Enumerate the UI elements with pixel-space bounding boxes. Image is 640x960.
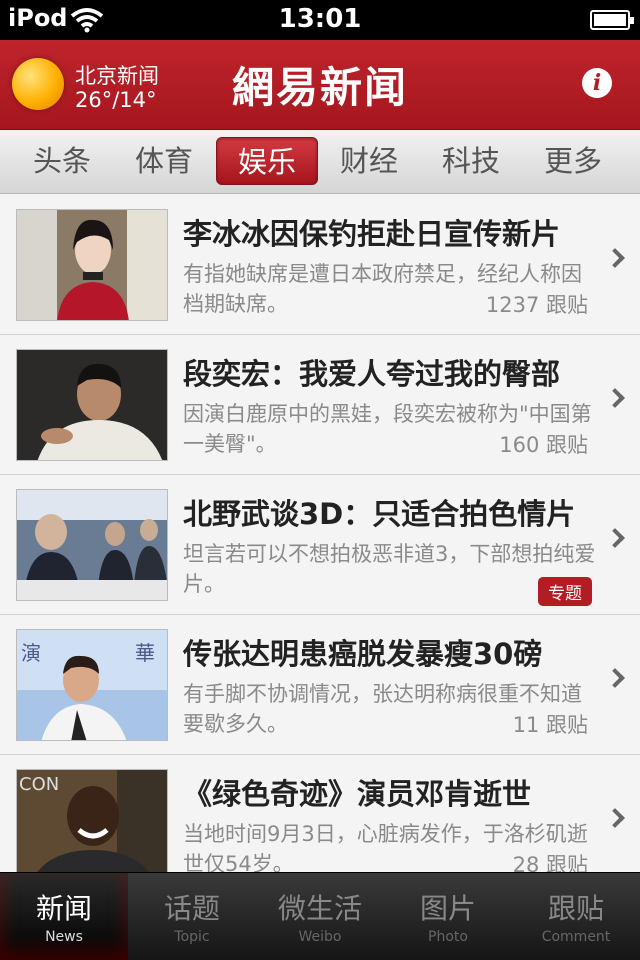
svg-text:CON: CON — [19, 774, 59, 795]
info-button[interactable]: i — [582, 68, 612, 98]
category-tab-entertainment[interactable]: 娱乐 — [216, 137, 318, 185]
tab-label: 新闻 — [35, 892, 92, 925]
tab-news[interactable]: 新闻 News — [0, 873, 128, 960]
category-tab-more[interactable]: 更多 — [522, 137, 624, 185]
svg-text:演: 演 — [21, 641, 41, 665]
tab-photo[interactable]: 图片 Photo — [384, 873, 512, 960]
news-title: 《绿色奇迹》演员邓肯逝世 — [183, 777, 532, 811]
news-title: 北野武谈3D：只适合拍色情片 — [183, 497, 576, 531]
battery-icon — [590, 10, 634, 30]
tab-sublabel: News — [45, 929, 83, 945]
tab-comment[interactable]: 跟贴 Comment — [512, 873, 640, 960]
tab-sublabel: Photo — [428, 929, 468, 945]
category-tab-tech[interactable]: 科技 — [420, 137, 522, 185]
news-thumbnail — [16, 349, 168, 461]
news-thumbnail — [16, 209, 168, 321]
tab-sublabel: Weibo — [298, 929, 342, 945]
news-item[interactable]: 演 華 传张达明患癌脱发暴瘦30磅 有手脚不协调情况，张达明称病很重不知道要歇多… — [0, 615, 640, 755]
news-thumbnail: 演 華 — [16, 629, 168, 741]
topic-badge[interactable]: 专题 — [538, 577, 592, 606]
app-title: 網易新闻 — [232, 63, 409, 112]
comment-count: 11 跟贴 — [506, 709, 588, 739]
news-list[interactable]: 李冰冰因保钓拒赴日宣传新片 有指她缺席是遭日本政府禁足，经纪人称因档期缺席。 1… — [0, 195, 640, 872]
sun-icon[interactable] — [12, 58, 64, 110]
news-item[interactable]: CON 《绿色奇迹》演员邓肯逝世 当地时间9月3日，心脏病发作，于洛杉矶逝世仅5… — [0, 755, 640, 872]
svg-text:華: 華 — [135, 641, 155, 665]
comment-count: 28 跟贴 — [506, 849, 588, 872]
category-tab-sports[interactable]: 体育 — [113, 137, 215, 185]
news-title: 传张达明患癌脱发暴瘦30磅 — [183, 637, 543, 671]
tab-sublabel: Topic — [174, 929, 210, 945]
comment-count: 1237 跟贴 — [479, 289, 588, 319]
tab-label: 微生活 — [277, 892, 362, 925]
category-bar: 头条 体育 娱乐 财经 科技 更多 — [0, 130, 640, 194]
news-thumbnail — [16, 489, 168, 601]
category-tab-finance[interactable]: 财经 — [318, 137, 420, 185]
news-item[interactable]: 李冰冰因保钓拒赴日宣传新片 有指她缺席是遭日本政府禁足，经纪人称因档期缺席。 1… — [0, 195, 640, 335]
tab-label: 跟贴 — [547, 892, 604, 925]
status-bar: iPod 13:01 — [0, 0, 640, 40]
tab-sublabel: Comment — [541, 929, 611, 945]
clock: 13:01 — [278, 4, 362, 34]
news-thumbnail: CON — [16, 769, 168, 872]
weather-city[interactable]: 北京新闻 — [75, 60, 159, 90]
comment-count: 160 跟贴 — [493, 429, 588, 459]
news-title: 段奕宏：我爱人夸过我的臀部 — [183, 357, 561, 391]
weather-temperature[interactable]: 26°/14° — [75, 88, 157, 112]
bottom-tab-bar: 新闻 News 话题 Topic 微生活 Weibo 图片 Photo 跟贴 C… — [0, 872, 640, 960]
tab-topic[interactable]: 话题 Topic — [128, 873, 256, 960]
news-item[interactable]: 北野武谈3D：只适合拍色情片 坦言若可以不想拍极恶非道3，下部想拍纯爱片。 专题 — [0, 475, 640, 615]
tab-weibo[interactable]: 微生活 Weibo — [256, 873, 384, 960]
category-tab-headlines[interactable]: 头条 — [11, 137, 113, 185]
news-title: 李冰冰因保钓拒赴日宣传新片 — [183, 217, 561, 251]
news-summary: 坦言若可以不想拍极恶非道3，下部想拍纯爱片。 — [183, 542, 596, 596]
news-item[interactable]: 段奕宏：我爱人夸过我的臀部 因演白鹿原中的黑娃，段奕宏被称为"中国第一美臀"。 … — [0, 335, 640, 475]
app-header: 北京新闻 26°/14° 網易新闻 i — [0, 40, 640, 130]
tab-label: 图片 — [419, 892, 476, 925]
tab-label: 话题 — [163, 892, 220, 925]
